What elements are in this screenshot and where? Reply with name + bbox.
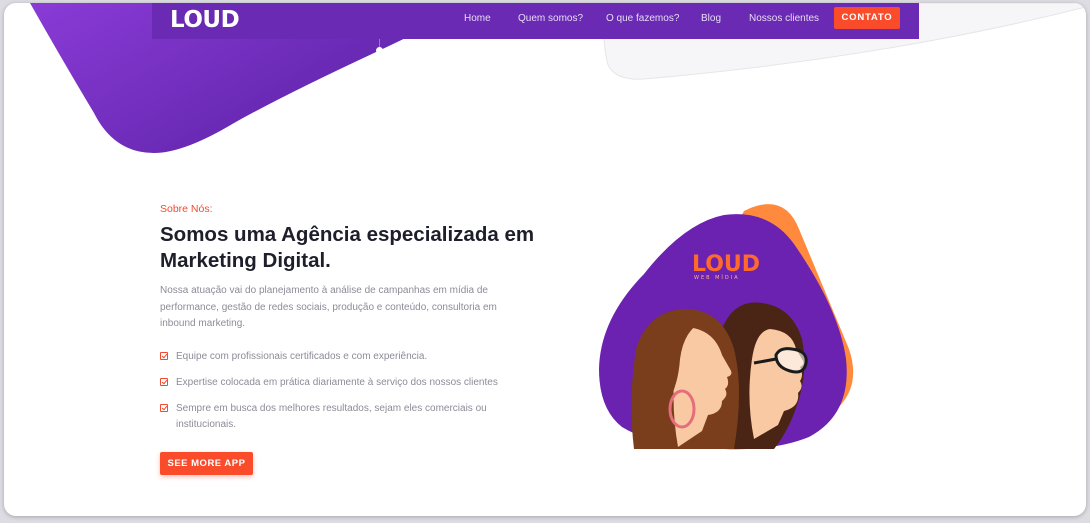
illustration-logo-sub: WEB MÍDIA xyxy=(694,274,740,281)
checkbox-icon xyxy=(160,378,168,386)
contact-button[interactable]: CONTATO xyxy=(834,7,900,29)
feature-item: Equipe com profissionais certificados e … xyxy=(160,349,520,365)
nav-link-nossos-clientes[interactable]: Nossos clientes xyxy=(749,12,819,26)
browser-frame: LOUD Home Quem somos? O que fazemos? Blo… xyxy=(4,3,1086,516)
nav-link-home[interactable]: Home xyxy=(464,12,491,26)
feature-item: Sempre em busca dos melhores resultados,… xyxy=(160,401,520,433)
feature-text: Equipe com profissionais certificados e … xyxy=(176,351,428,362)
section-title: Somos uma Agência especializada em Marke… xyxy=(160,223,535,272)
illustration-logo: LOUD xyxy=(692,252,760,277)
feature-item: Expertise colocada em prática diariament… xyxy=(160,375,520,391)
feature-text: Sempre em busca dos melhores resultados,… xyxy=(176,403,487,430)
nav-menu: Home Quem somos? O que fazemos? Blog Nos… xyxy=(152,3,919,39)
women-profiles-illustration: LOUD WEB MÍDIA xyxy=(599,204,854,450)
top-navbar: LOUD Home Quem somos? O que fazemos? Blo… xyxy=(152,3,919,39)
checkbox-icon xyxy=(160,404,168,412)
section-eyebrow: Sobre Nós: xyxy=(160,203,213,215)
feature-list: Equipe com profissionais certificados e … xyxy=(160,349,520,443)
nav-link-quem-somos[interactable]: Quem somos? xyxy=(518,12,583,26)
feature-text: Expertise colocada em prática diariament… xyxy=(176,377,498,388)
nav-link-blog[interactable]: Blog xyxy=(701,12,721,26)
section-description: Nossa atuação vai do planejamento à anál… xyxy=(160,285,497,329)
decorative-dot xyxy=(376,47,383,54)
nav-link-o-que-fazemos[interactable]: O que fazemos? xyxy=(606,12,679,26)
checkbox-icon xyxy=(160,352,168,360)
see-more-button[interactable]: SEE MORE APP xyxy=(160,452,253,475)
